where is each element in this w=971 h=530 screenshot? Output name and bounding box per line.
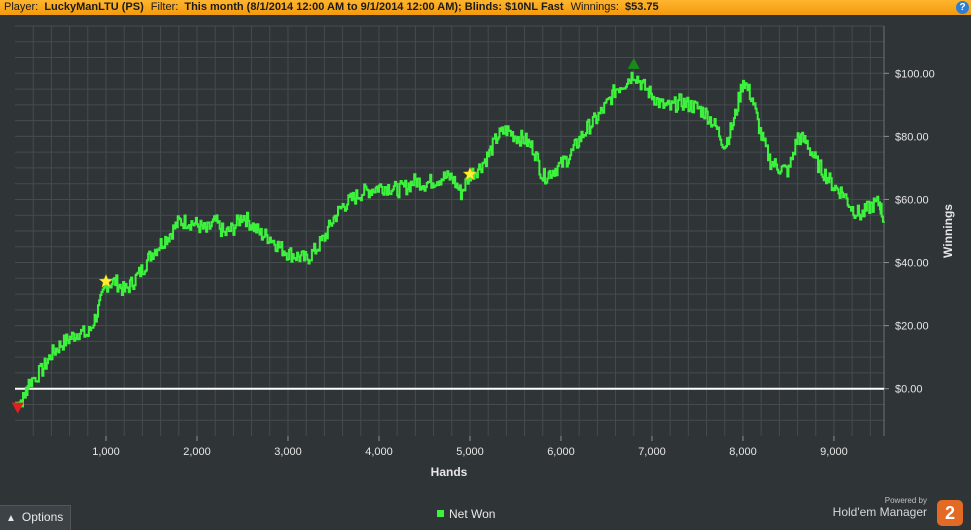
- y-axis: $0.00 $20.00 $40.00 $60.00 $80.00 $100.00: [884, 68, 935, 396]
- hem-logo-icon: 2: [937, 500, 963, 526]
- winnings-chart: $0.00 $20.00 $40.00 $60.00 $80.00 $100.00 1,0…: [11, 25, 955, 479]
- y-tick-label: $80.00: [895, 131, 929, 143]
- x-tick-label: 9,000: [820, 446, 848, 458]
- y-tick-label: $60.00: [895, 194, 929, 206]
- y-tick-label: $0.00: [895, 384, 923, 396]
- branding: Powered by Hold'em Manager 2: [832, 496, 963, 526]
- x-tick-label: 7,000: [638, 446, 666, 458]
- x-tick-label: 5,000: [456, 446, 484, 458]
- chevron-up-icon: ▲: [6, 513, 16, 524]
- filter-bar: Player: LuckyManLTU (PS) Filter: This mo…: [0, 0, 971, 15]
- x-axis-title: Hands: [431, 465, 468, 479]
- legend-label: Net Won: [449, 507, 496, 521]
- x-tick-label: 1,000: [92, 446, 120, 458]
- x-tick-label: 6,000: [547, 446, 575, 458]
- legend[interactable]: Net Won: [437, 507, 495, 521]
- y-axis-title: Winnings: [941, 204, 955, 258]
- x-tick-label: 8,000: [729, 446, 757, 458]
- player-value: LuckyManLTU (PS): [44, 1, 144, 13]
- winnings-label: Winnings:: [570, 1, 619, 13]
- filter-label: Filter:: [150, 1, 179, 13]
- options-button[interactable]: ▲ Options: [0, 505, 71, 530]
- legend-swatch: [437, 510, 444, 517]
- x-tick-label: 2,000: [183, 446, 211, 458]
- x-tick-label: 3,000: [274, 446, 302, 458]
- x-axis: 1,000 2,000 3,000 4,000 5,000 6,000 7,000 8,000…: [92, 436, 848, 458]
- options-label: Options: [21, 510, 64, 524]
- x-tick-label: 4,000: [365, 446, 393, 458]
- y-tick-label: $20.00: [895, 321, 929, 333]
- help-icon[interactable]: ?: [956, 1, 969, 14]
- powered-by-text: Powered by: [884, 496, 927, 505]
- chart-grid: [15, 25, 885, 436]
- y-tick-label: $40.00: [895, 258, 929, 270]
- winnings-value: $53.75: [625, 1, 659, 13]
- player-label: Player:: [4, 1, 39, 13]
- brand-name: Hold'em Manager: [832, 505, 927, 519]
- filter-value: This month (8/1/2014 12:00 AM to 9/1/201…: [184, 1, 564, 13]
- y-tick-label: $100.00: [895, 68, 935, 80]
